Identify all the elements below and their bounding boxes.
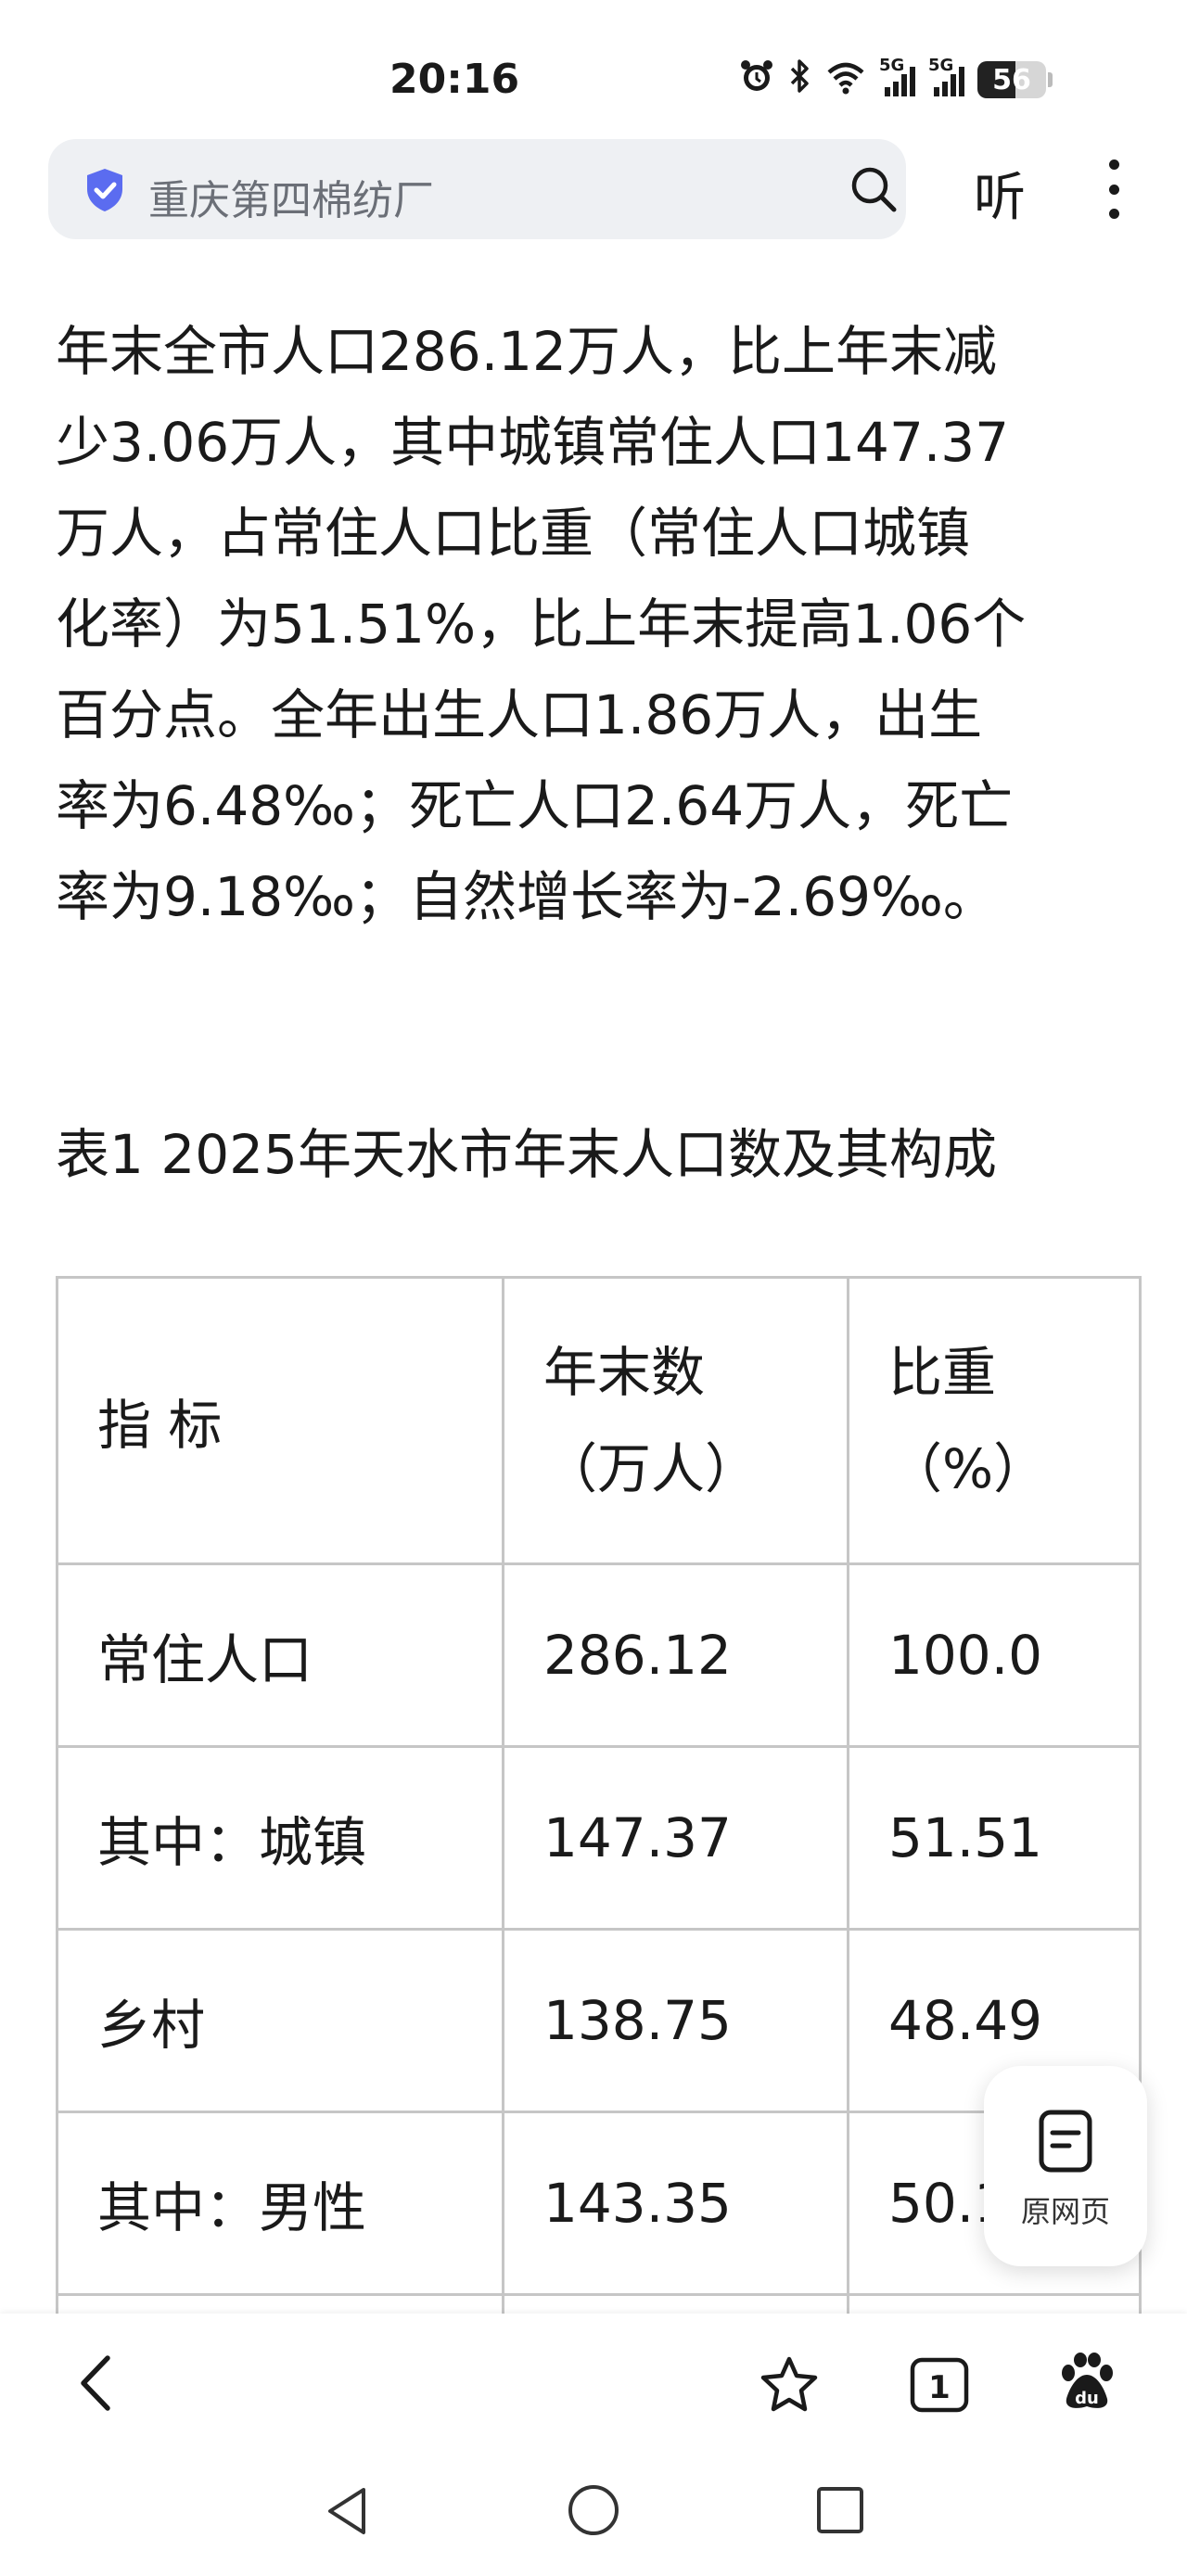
star-icon[interactable] [759, 2354, 820, 2417]
article-line: 万人，占常住人口比重（常住人口城镇 [56, 502, 971, 565]
document-icon [1036, 2109, 1095, 2177]
system-navigation-bar [0, 2453, 1187, 2576]
bluetooth-icon [788, 57, 812, 103]
header-share: 比重 （%） [847, 1276, 1142, 1565]
row-name: 常住人口 [56, 1562, 504, 1748]
header-share-title: 比重 [888, 1341, 997, 1404]
row-share: 51.51 [847, 1745, 1142, 1931]
more-vertical-icon[interactable] [1100, 159, 1128, 219]
article-line: 率为6.48‰；死亡人口2.64万人，死亡 [56, 774, 1014, 837]
header-share-unit: （%） [888, 1437, 1048, 1500]
original-page-label: 原网页 [1020, 2194, 1110, 2229]
tab-count: 1 [928, 2369, 951, 2406]
battery-level: 56 [992, 64, 1031, 96]
tabs-button[interactable]: 1 [909, 2356, 970, 2417]
search-query[interactable]: 重庆第四棉纺厂 [148, 167, 434, 226]
row-name: 其中：城镇 [56, 1745, 504, 1931]
battery-indicator: 56 [977, 61, 1053, 98]
svg-text:du: du [1075, 2389, 1099, 2408]
row-count: 147.37 [502, 1745, 849, 1931]
signal-strength-sim2: 5G [928, 56, 964, 96]
status-icons: 5G 5G 56 [738, 56, 1053, 104]
header-indicator: 指 标 [56, 1276, 504, 1565]
row-name: 乡村 [56, 1928, 504, 2113]
row-count: 286.12 [502, 1562, 849, 1748]
header-count: 年末数 （万人） [502, 1276, 849, 1565]
row-count: 143.35 [502, 2111, 849, 2296]
wifi-icon [825, 57, 866, 103]
network-type-label: 5G [928, 56, 954, 75]
table-row: 乡村 138.75 48.49 [56, 1928, 1142, 2113]
row-share: 100.0 [847, 1562, 1142, 1748]
table-title: 表1 2025年天水市年末人口数及其构成 [56, 1123, 997, 1186]
security-shield-icon [83, 167, 126, 217]
row-name: 其中：男性 [56, 2111, 504, 2296]
article-line: 率为9.18‰；自然增长率为-2.69‰。 [56, 865, 997, 928]
original-page-button[interactable]: 原网页 [984, 2066, 1147, 2266]
article-body: 年末全市人口286.12万人，比上年末减 少3.06万人，其中城镇常住人口147… [56, 306, 1141, 942]
address-search-bar[interactable]: 重庆第四棉纺厂 [48, 139, 906, 239]
search-icon[interactable] [848, 163, 900, 219]
nav-home-icon[interactable] [566, 2482, 621, 2542]
signal-strength-sim1: 5G [879, 56, 915, 96]
listen-button[interactable]: 听 [974, 156, 1026, 231]
table-row: 其中：城镇 147.37 51.51 [56, 1745, 1142, 1931]
alarm-clock-icon [738, 57, 775, 103]
network-type-label: 5G [879, 56, 905, 75]
status-bar: 20:16 5G 5G 56 [0, 0, 1187, 139]
population-table: 指 标 年末数 （万人） 比重 （%） 常住人口 286.12 100.0 其中… [56, 1276, 1142, 2479]
table-header-row: 指 标 年末数 （万人） 比重 （%） [56, 1276, 1142, 1565]
header-count-title: 年末数 [543, 1341, 706, 1404]
row-count: 138.75 [502, 1928, 849, 2113]
bottom-toolbar: 1 du [0, 2314, 1187, 2453]
table-row: 常住人口 286.12 100.0 [56, 1562, 1142, 1748]
baidu-paw-icon[interactable]: du [1055, 2351, 1118, 2417]
article-line: 年末全市人口286.12万人，比上年末减 [56, 320, 997, 383]
nav-recents-icon[interactable] [814, 2484, 866, 2540]
header-count-unit: （万人） [543, 1437, 759, 1500]
status-time: 20:16 [389, 56, 520, 103]
article-line: 化率）为51.51%，比上年末提高1.06个 [56, 593, 1027, 656]
nav-back-icon[interactable] [323, 2484, 371, 2542]
chevron-left-icon[interactable] [72, 2353, 119, 2417]
article-line: 少3.06万人，其中城镇常住人口147.37 [56, 411, 1010, 474]
article-line: 百分点。全年出生人口1.86万人，出生 [56, 683, 983, 746]
table-row: 其中：男性 143.35 50.1 [56, 2111, 1142, 2296]
